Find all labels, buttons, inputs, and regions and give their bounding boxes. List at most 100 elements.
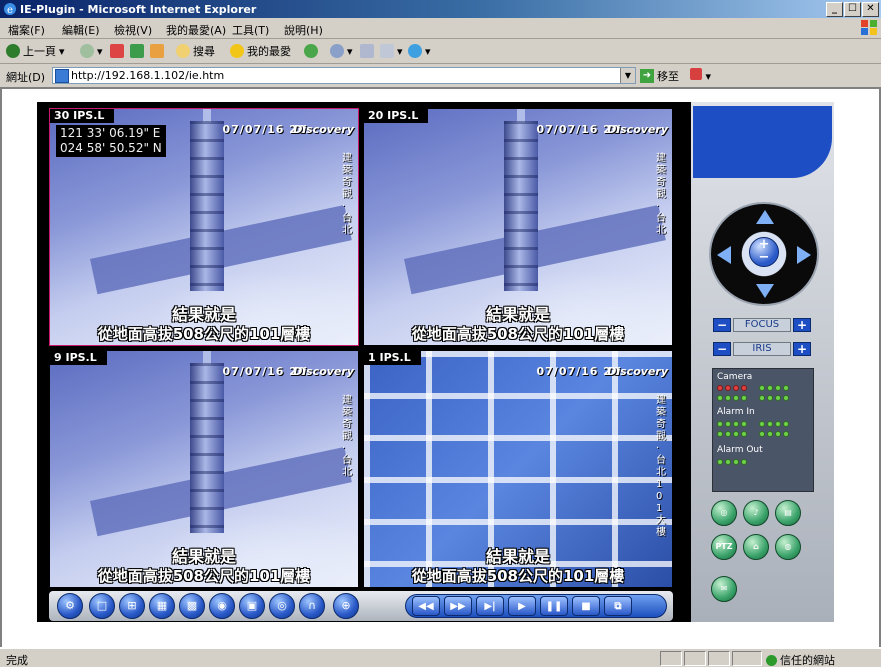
iris-minus-button[interactable]: −	[713, 342, 731, 356]
history-button[interactable]: ▾	[330, 42, 353, 60]
chevron-down-icon: ▾	[705, 70, 712, 83]
menu-tools[interactable]: 工具(T)	[232, 22, 269, 38]
rewind-button[interactable]: ◀◀	[412, 596, 440, 616]
ptz-down-button[interactable]	[756, 284, 774, 298]
globe-button[interactable]: ◍	[775, 534, 801, 560]
microphone-button[interactable]: ◎	[269, 593, 295, 619]
menu-help[interactable]: 說明(H)	[284, 22, 323, 38]
alarm-out-label: Alarm Out	[717, 445, 763, 455]
camera-view-4[interactable]: 1 IPS.L 07/07/16 20: Discovery 建築奇觀·台北10…	[363, 350, 673, 588]
iris-plus-button[interactable]: +	[793, 342, 811, 356]
favorites-button[interactable]: 我的最愛	[230, 42, 291, 60]
focus-label: FOCUS	[733, 318, 791, 332]
nine-view-button[interactable]: ▦	[149, 593, 175, 619]
subtitle-line-1: 結果就是	[485, 305, 550, 324]
channel-logo: Discovery	[293, 123, 354, 136]
menu-edit[interactable]: 編輯(E)	[62, 22, 100, 38]
alarm-button[interactable]: ♪	[743, 500, 769, 526]
ptz-up-button[interactable]	[756, 210, 774, 224]
stop-button[interactable]	[110, 42, 124, 60]
vertical-caption: 建築奇觀·台北	[342, 153, 352, 236]
chevron-down-icon: ▾	[59, 44, 65, 58]
messenger-button[interactable]: ▾	[408, 42, 431, 60]
back-button[interactable]: 上一頁 ▾	[6, 42, 65, 60]
chevron-down-icon: ▾	[397, 44, 403, 58]
forward-arrow-icon	[80, 44, 94, 58]
log-button[interactable]: ▤	[775, 500, 801, 526]
toolbar: 上一頁 ▾ ▾ 搜尋 我的最愛 ▾ ▾ ▾	[0, 39, 881, 64]
camera-view-3[interactable]: 9 IPS.L 07/07/16 20: Discovery 建築奇觀·台北 結…	[49, 350, 359, 588]
mail-button[interactable]	[360, 42, 374, 60]
go-arrow-icon: ➜	[640, 69, 654, 83]
search-button[interactable]: ⊕	[333, 593, 359, 619]
back-label: 上一頁	[23, 45, 56, 58]
focus-plus-button[interactable]: +	[793, 318, 811, 332]
brand-panel	[693, 106, 832, 178]
alarm-in-leds-row-2	[717, 431, 799, 437]
network-button[interactable]: ⌂	[743, 534, 769, 560]
snapshot-button[interactable]: ▣	[239, 593, 265, 619]
close-button[interactable]: ✕	[862, 2, 879, 17]
history-icon	[330, 44, 344, 58]
minimize-button[interactable]: _	[826, 2, 843, 17]
focus-minus-button[interactable]: −	[713, 318, 731, 332]
search-icon	[176, 44, 190, 58]
alarm-in-leds	[717, 421, 799, 427]
copy-button[interactable]: ⧉	[604, 596, 632, 616]
camera-leds	[717, 385, 799, 391]
menu-view[interactable]: 檢視(V)	[114, 22, 152, 38]
record-button[interactable]: ◉	[209, 593, 235, 619]
ptz-left-button[interactable]	[717, 246, 731, 264]
ips-label: 30 IPS.L	[50, 109, 115, 123]
ips-label: 20 IPS.L	[364, 109, 429, 123]
maximize-button[interactable]: ☐	[844, 2, 861, 17]
media-button[interactable]	[304, 42, 318, 60]
forward-button[interactable]: ▾	[80, 42, 103, 60]
print-button[interactable]: ▾	[380, 42, 403, 60]
subtitle-line-1: 結果就是	[171, 305, 236, 324]
setup-button[interactable]: ⚙	[57, 593, 83, 619]
iris-label: IRIS	[733, 342, 791, 356]
media-icon	[304, 44, 318, 58]
gps-coordinates: 121 33' 06.19" E 024 58' 50.52" N	[56, 125, 166, 157]
camera-view-2[interactable]: 20 IPS.L 07/07/16 20: Discovery 建築奇觀·台北 …	[363, 108, 673, 346]
messenger-icon	[408, 44, 422, 58]
camera-view-1[interactable]: 30 IPS.L 121 33' 06.19" E 024 58' 50.52"…	[49, 108, 359, 346]
headphone-button[interactable]: ∩	[299, 593, 325, 619]
backup-button[interactable]: ✉	[711, 576, 737, 602]
refresh-button[interactable]	[130, 42, 144, 60]
stop-icon	[110, 44, 124, 58]
menu-file[interactable]: 檔案(F)	[8, 22, 45, 38]
go-button[interactable]: ➜ 移至	[640, 68, 679, 84]
chevron-down-icon: ▾	[97, 44, 103, 58]
right-panel: + − − FOCUS + − IRIS + Camera Alarm In A…	[691, 102, 834, 622]
address-input[interactable]: http://192.168.1.102/ie.htm ▼	[52, 67, 636, 84]
address-dropdown[interactable]: ▼	[620, 68, 635, 83]
menu-favorites[interactable]: 我的最愛(A)	[166, 22, 226, 38]
search-button[interactable]: 搜尋	[176, 42, 215, 60]
dvr-plugin: 30 IPS.L 121 33' 06.19" E 024 58' 50.52"…	[37, 102, 834, 622]
fast-forward-button[interactable]: ▶▶	[444, 596, 472, 616]
subtitle-line-2: 從地面高拔508公尺的101層樓	[97, 325, 311, 343]
quad-view-button[interactable]: ⊞	[119, 593, 145, 619]
sixteen-view-button[interactable]: ▩	[179, 593, 205, 619]
address-bar: 網址(D) http://192.168.1.102/ie.htm ▼ ➜ 移至…	[0, 64, 881, 89]
links-button[interactable]: ▾	[690, 68, 711, 83]
ptz-button[interactable]: PTZ	[711, 534, 737, 560]
stop-button[interactable]: ■	[572, 596, 600, 616]
playback-controls: ◀◀ ▶▶ ▶| ▶ ❚❚ ■ ⧉	[405, 594, 667, 618]
windows-logo-icon	[861, 20, 877, 35]
single-view-button[interactable]: □	[89, 593, 115, 619]
pause-button[interactable]: ❚❚	[540, 596, 568, 616]
play-button[interactable]: ▶	[508, 596, 536, 616]
zoom-button[interactable]: + −	[749, 237, 779, 267]
camera-settings-button[interactable]: ◎	[711, 500, 737, 526]
step-button[interactable]: ▶|	[476, 596, 504, 616]
back-arrow-icon	[6, 44, 20, 58]
ie-icon: e	[4, 3, 16, 16]
home-button[interactable]	[150, 42, 164, 60]
ptz-right-button[interactable]	[797, 246, 811, 264]
alarm-in-label: Alarm In	[717, 407, 755, 417]
star-icon	[230, 44, 244, 58]
focus-control: − FOCUS +	[713, 318, 811, 332]
